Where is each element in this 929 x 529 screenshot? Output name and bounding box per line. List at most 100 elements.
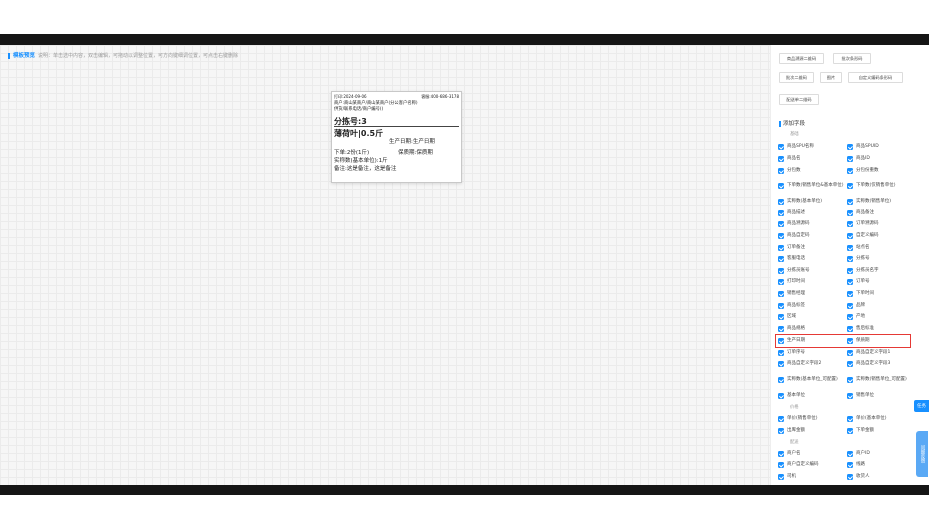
checkbox-icon[interactable]: [778, 183, 784, 189]
field-checkbox[interactable]: 订单备注: [778, 245, 844, 251]
checkbox-icon[interactable]: [778, 210, 784, 216]
field-checkbox[interactable]: 站点名: [847, 245, 913, 251]
image-button[interactable]: 图片: [820, 72, 842, 83]
field-checkbox[interactable]: 商品自定义字段3: [847, 361, 913, 367]
checkbox-icon[interactable]: [847, 416, 853, 422]
batch-qrcode-button[interactable]: 批次二维码: [779, 72, 814, 83]
checkbox-icon[interactable]: [847, 393, 853, 399]
checkbox-icon[interactable]: [847, 168, 853, 174]
checkbox-icon[interactable]: [847, 451, 853, 457]
field-checkbox[interactable]: 单价(销售单位): [778, 416, 844, 422]
label-actual-qty[interactable]: 实称数(基本单位):1斤: [334, 156, 388, 164]
field-checkbox[interactable]: 商品SPUID: [847, 144, 913, 150]
field-checkbox[interactable]: 实称数(基本单位_可配置): [778, 377, 844, 383]
checkbox-icon[interactable]: [847, 233, 853, 239]
label-product[interactable]: 薄荷叶|0.5斤: [334, 128, 383, 139]
checkbox-icon[interactable]: [778, 233, 784, 239]
checkbox-icon[interactable]: [847, 268, 853, 274]
field-checkbox[interactable]: 下单时间: [847, 291, 913, 297]
checkbox-icon[interactable]: [847, 377, 853, 383]
checkbox-icon[interactable]: [847, 428, 853, 434]
checkbox-icon[interactable]: [778, 377, 784, 383]
checkbox-icon[interactable]: [778, 428, 784, 434]
field-checkbox[interactable]: 打印时间: [778, 279, 844, 285]
field-checkbox[interactable]: 销售单位: [847, 393, 913, 399]
field-checkbox[interactable]: 线路: [847, 462, 913, 468]
checkbox-icon[interactable]: [778, 462, 784, 468]
checkbox-icon[interactable]: [847, 199, 853, 205]
field-checkbox[interactable]: 商品溯源码: [778, 221, 844, 227]
field-checkbox[interactable]: 产地: [847, 314, 913, 320]
checkbox-icon[interactable]: [847, 245, 853, 251]
checkbox-icon[interactable]: [847, 314, 853, 320]
checkbox-icon[interactable]: [847, 156, 853, 162]
checkbox-icon[interactable]: [847, 361, 853, 367]
field-checkbox[interactable]: 商品标签: [778, 303, 844, 309]
checkbox-icon[interactable]: [778, 156, 784, 162]
checkbox-icon[interactable]: [847, 474, 853, 480]
checkbox-icon[interactable]: [778, 256, 784, 262]
checkbox-icon[interactable]: [778, 221, 784, 227]
field-checkbox[interactable]: 订单序号: [778, 350, 844, 356]
field-checkbox[interactable]: 商品自定义字段1: [847, 350, 913, 356]
field-checkbox[interactable]: 下单数(仅销售单位): [847, 183, 913, 189]
checkbox-icon[interactable]: [778, 268, 784, 274]
field-checkbox[interactable]: 实称数(基本单位): [778, 199, 844, 205]
field-checkbox[interactable]: 分拣号: [847, 256, 913, 262]
checkbox-icon[interactable]: [847, 221, 853, 227]
checkbox-icon[interactable]: [778, 245, 784, 251]
field-checkbox[interactable]: 商品自定义字段2: [778, 361, 844, 367]
field-checkbox[interactable]: 商品SPU名称: [778, 144, 844, 150]
field-checkbox[interactable]: 自定义编码: [847, 233, 913, 239]
field-checkbox[interactable]: 商品描述: [778, 210, 844, 216]
checkbox-icon[interactable]: [778, 474, 784, 480]
checkbox-icon[interactable]: [778, 279, 784, 285]
checkbox-icon[interactable]: [778, 451, 784, 457]
custom-barcode-button[interactable]: 自定义编码条形码: [848, 72, 903, 83]
field-checkbox[interactable]: 商户自定义编码: [778, 462, 844, 468]
checkbox-icon[interactable]: [847, 291, 853, 297]
field-checkbox[interactable]: 品牌: [847, 303, 913, 309]
checkbox-icon[interactable]: [847, 183, 853, 189]
field-checkbox[interactable]: 收货人: [847, 474, 913, 480]
batch-barcode-button[interactable]: 批次条形码: [833, 53, 871, 64]
checkbox-icon[interactable]: [847, 326, 853, 332]
field-checkbox[interactable]: 下单数(销售单位&基本单位): [778, 183, 844, 189]
field-checkbox[interactable]: 售后标准: [847, 326, 913, 332]
task-float-button[interactable]: 任务: [914, 400, 929, 412]
field-checkbox[interactable]: 商品规格: [778, 326, 844, 332]
checkbox-icon[interactable]: [778, 350, 784, 356]
field-checkbox[interactable]: 商品自定码: [778, 233, 844, 239]
checkbox-icon[interactable]: [847, 303, 853, 309]
field-checkbox[interactable]: 单价(基本单位): [847, 416, 913, 422]
checkbox-icon[interactable]: [778, 314, 784, 320]
label-remark[interactable]: 备注:这是备注，这是备注: [334, 164, 396, 172]
field-checkbox[interactable]: 分包份重数: [847, 168, 913, 174]
delivery-qrcode-button[interactable]: 配送单二维码: [779, 94, 819, 105]
field-checkbox[interactable]: 分拣员名字: [847, 268, 913, 274]
label-shelf-life[interactable]: 保质期:保质期: [398, 148, 433, 156]
checkbox-icon[interactable]: [847, 462, 853, 468]
field-checkbox[interactable]: 商品名: [778, 156, 844, 162]
label-phone[interactable]: 客服:400-686-3178: [421, 94, 459, 100]
checkbox-icon[interactable]: [778, 168, 784, 174]
checkbox-icon[interactable]: [847, 210, 853, 216]
checkbox-icon[interactable]: [847, 350, 853, 356]
checkbox-icon[interactable]: [778, 291, 784, 297]
field-checkbox[interactable]: 实称数(销售单位_可配置): [847, 377, 913, 383]
checkbox-icon[interactable]: [778, 393, 784, 399]
field-checkbox[interactable]: 商品ID: [847, 156, 913, 162]
field-checkbox[interactable]: 区域: [778, 314, 844, 320]
checkbox-icon[interactable]: [847, 144, 853, 150]
checkbox-icon[interactable]: [778, 199, 784, 205]
field-checkbox[interactable]: 分拣员账号: [778, 268, 844, 274]
label-address[interactable]: 供货/联系电话/商户编号(): [334, 106, 383, 112]
checkbox-icon[interactable]: [778, 416, 784, 422]
checkbox-icon[interactable]: [847, 279, 853, 285]
field-checkbox[interactable]: 商品备注: [847, 210, 913, 216]
field-checkbox[interactable]: 司机: [778, 474, 844, 480]
label-template[interactable]: 打印:2024-09-06 客服:400-686-3178 商户:商山某商户/商…: [331, 91, 462, 183]
checkbox-icon[interactable]: [778, 144, 784, 150]
field-checkbox[interactable]: 订单号: [847, 279, 913, 285]
field-checkbox[interactable]: 实称数(销售单位): [847, 199, 913, 205]
